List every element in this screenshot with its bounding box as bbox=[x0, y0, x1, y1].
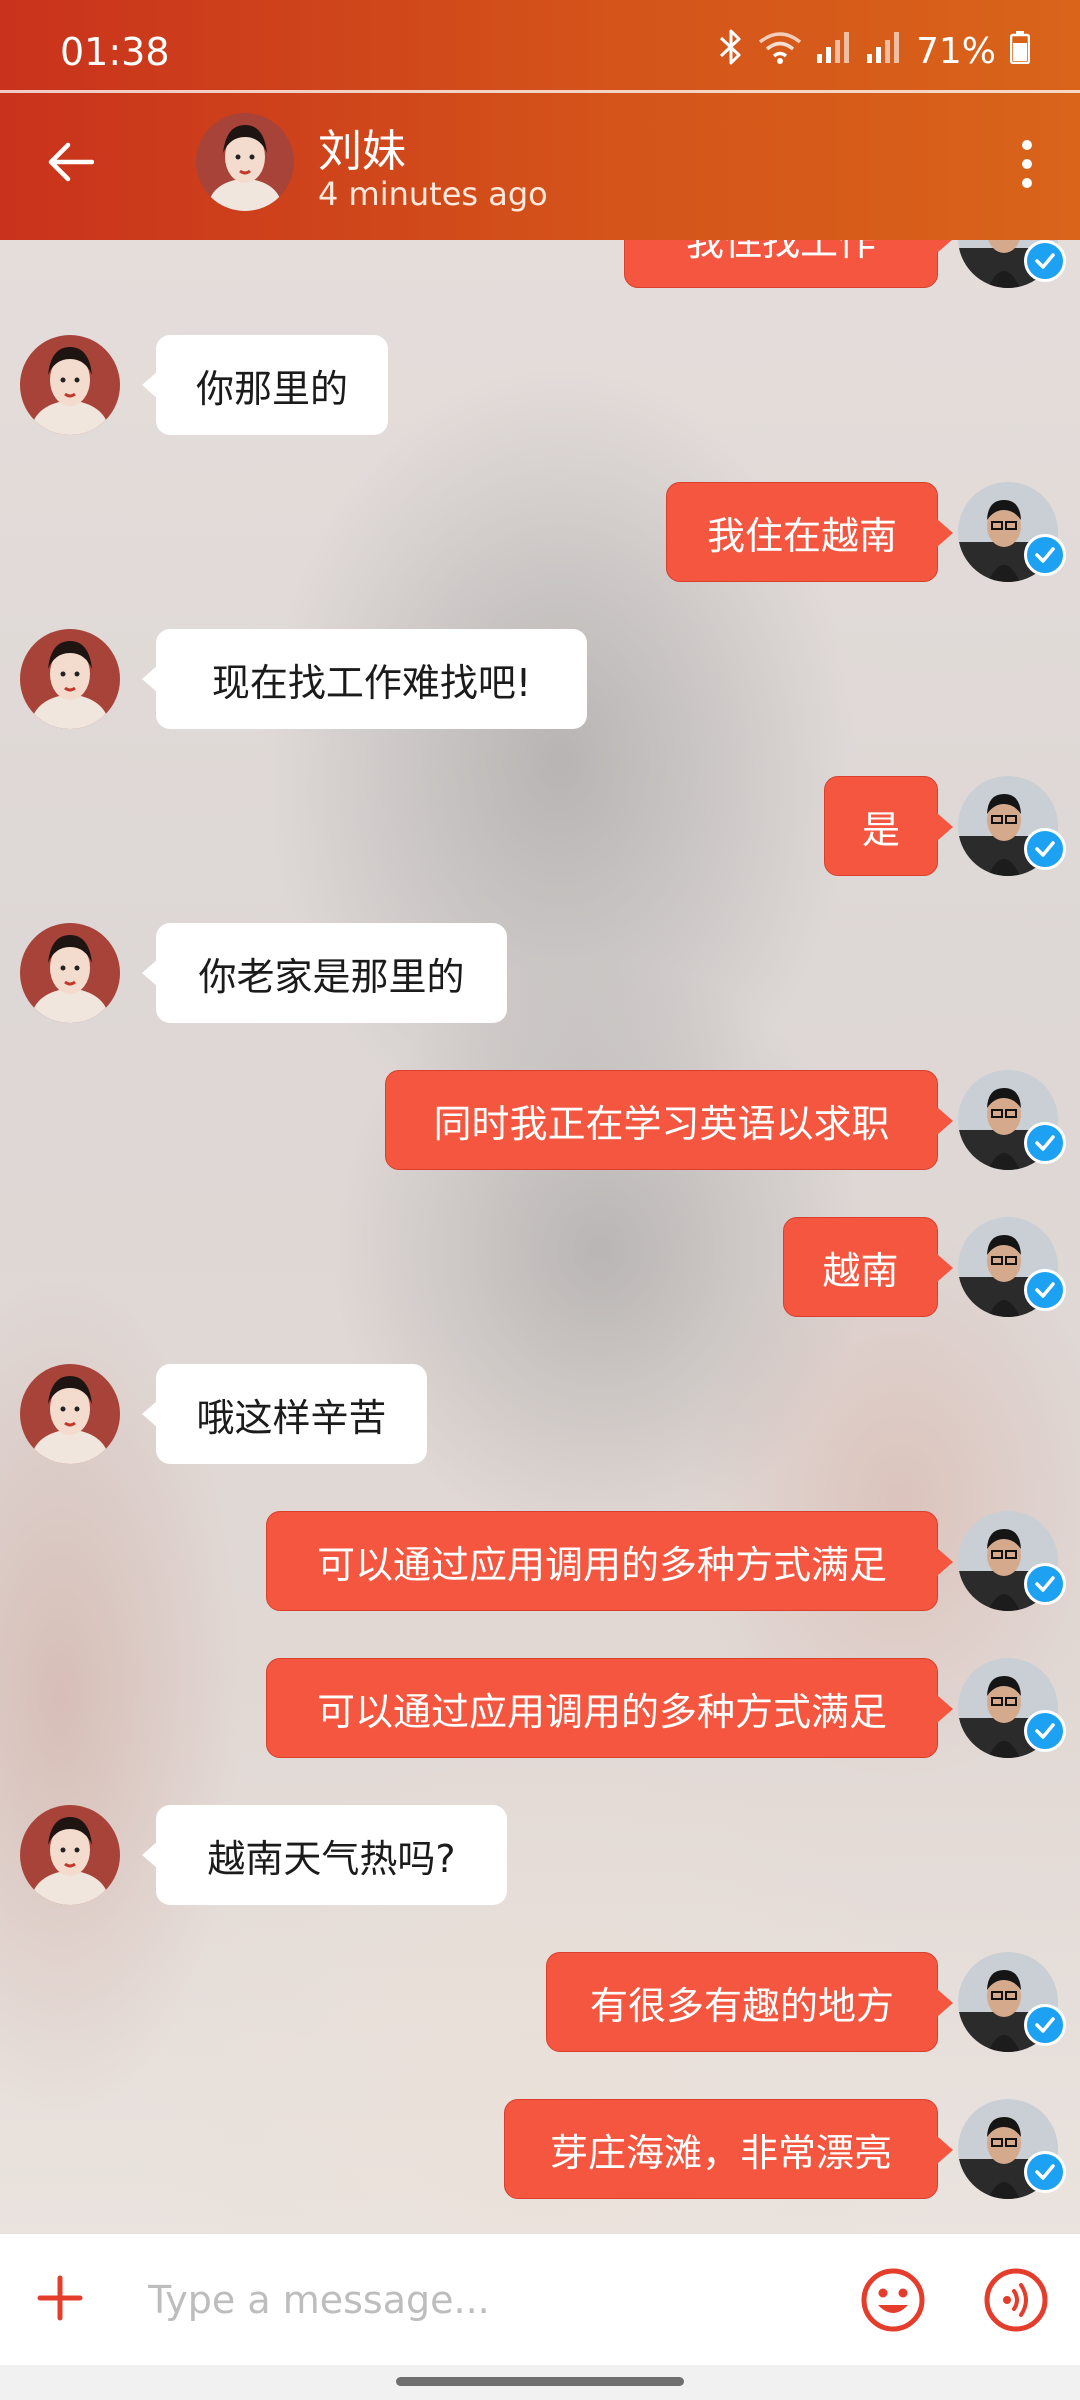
app-bar: 刘妹 4 minutes ago bbox=[0, 93, 1080, 240]
message-bubble[interactable]: 哦这样辛苦 bbox=[142, 1364, 427, 1464]
check-badge-icon bbox=[1024, 534, 1066, 576]
chat-header: 01:38 71% 刘妹 4 minutes ago bbox=[0, 0, 1080, 240]
more-options-button[interactable] bbox=[1002, 129, 1052, 199]
check-badge-icon bbox=[1024, 240, 1066, 282]
contact-avatar[interactable] bbox=[20, 1805, 120, 1905]
outgoing-message: 越南 bbox=[0, 1217, 1080, 1317]
battery-icon bbox=[1009, 30, 1031, 73]
message-bubble[interactable]: 越南 bbox=[783, 1217, 953, 1317]
message-bubble[interactable]: 我住在越南 bbox=[666, 482, 953, 582]
my-avatar[interactable] bbox=[958, 240, 1066, 288]
message-list[interactable]: 我住找工作你那里的我住在越南 现在找工作难找吧! 是你老家是那里的同时我正在学习英语… bbox=[0, 240, 1080, 2233]
my-avatar[interactable] bbox=[958, 482, 1066, 582]
outgoing-message: 芽庄海滩，非常漂亮 bbox=[0, 2099, 1080, 2199]
status-time: 01:38 bbox=[60, 30, 170, 74]
my-avatar[interactable] bbox=[958, 1070, 1066, 1170]
outgoing-message: 我住在越南 bbox=[0, 482, 1080, 582]
incoming-message: 现在找工作难找吧! bbox=[0, 629, 1080, 729]
wifi-icon bbox=[758, 30, 802, 73]
outgoing-message: 可以通过应用调用的多种方式满足 bbox=[0, 1658, 1080, 1758]
check-badge-icon bbox=[1024, 1710, 1066, 1752]
check-badge-icon bbox=[1024, 828, 1066, 870]
my-avatar[interactable] bbox=[958, 1511, 1066, 1611]
message-bubble[interactable]: 芽庄海滩，非常漂亮 bbox=[504, 2099, 953, 2199]
arrow-left-icon bbox=[48, 142, 95, 186]
message-bubble[interactable]: 现在找工作难找吧! bbox=[142, 629, 587, 729]
message-bubble[interactable]: 我住找工作 bbox=[624, 240, 953, 288]
status-bar: 01:38 71% bbox=[0, 0, 1080, 90]
message-input[interactable] bbox=[130, 2260, 830, 2340]
incoming-message: 越南天气热吗? bbox=[0, 1805, 1080, 1905]
contact-avatar[interactable] bbox=[196, 113, 294, 211]
contact-name[interactable]: 刘妹 bbox=[318, 115, 406, 179]
outgoing-message: 可以通过应用调用的多种方式满足 bbox=[0, 1511, 1080, 1611]
status-icons: 71% bbox=[718, 28, 1031, 75]
contact-avatar[interactable] bbox=[20, 335, 120, 435]
message-bubble[interactable]: 是 bbox=[824, 776, 953, 876]
incoming-message: 哦这样辛苦 bbox=[0, 1364, 1080, 1464]
check-badge-icon bbox=[1024, 1269, 1066, 1311]
outgoing-message: 我住找工作 bbox=[0, 240, 1080, 288]
outgoing-message: 是 bbox=[0, 776, 1080, 876]
signal-icon bbox=[866, 30, 902, 73]
outgoing-message: 同时我正在学习英语以求职 bbox=[0, 1070, 1080, 1170]
contact-avatar[interactable] bbox=[20, 923, 120, 1023]
my-avatar[interactable] bbox=[958, 2099, 1066, 2199]
system-nav-bar bbox=[0, 2365, 1080, 2400]
contact-avatar[interactable] bbox=[20, 1364, 120, 1464]
back-button[interactable] bbox=[36, 129, 106, 199]
message-bubble[interactable]: 可以通过应用调用的多种方式满足 bbox=[266, 1511, 953, 1611]
message-bubble[interactable]: 你那里的 bbox=[142, 335, 388, 435]
smiley-icon bbox=[860, 2268, 926, 2337]
add-attachment-button[interactable] bbox=[30, 2270, 90, 2330]
my-avatar[interactable] bbox=[958, 1217, 1066, 1317]
more-vertical-icon bbox=[1022, 140, 1032, 188]
my-avatar[interactable] bbox=[958, 1658, 1066, 1758]
contact-avatar[interactable] bbox=[20, 629, 120, 729]
home-indicator[interactable] bbox=[396, 2377, 684, 2386]
message-bubble[interactable]: 可以通过应用调用的多种方式满足 bbox=[266, 1658, 953, 1758]
my-avatar[interactable] bbox=[958, 776, 1066, 876]
check-badge-icon bbox=[1024, 2004, 1066, 2046]
check-badge-icon bbox=[1024, 1563, 1066, 1605]
check-badge-icon bbox=[1024, 2151, 1066, 2193]
signal-icon bbox=[816, 30, 852, 73]
check-badge-icon bbox=[1024, 1122, 1066, 1164]
plus-icon bbox=[36, 2274, 84, 2326]
message-bubble[interactable]: 同时我正在学习英语以求职 bbox=[385, 1070, 953, 1170]
message-bubble[interactable]: 越南天气热吗? bbox=[142, 1805, 507, 1905]
incoming-message: 你那里的 bbox=[0, 335, 1080, 435]
bluetooth-icon bbox=[718, 28, 744, 75]
message-bubble[interactable]: 你老家是那里的 bbox=[142, 923, 507, 1023]
incoming-message: 你老家是那里的 bbox=[0, 923, 1080, 1023]
message-bubble[interactable]: 有很多有趣的地方 bbox=[546, 1952, 953, 2052]
last-seen-status: 4 minutes ago bbox=[318, 175, 548, 213]
voice-message-button[interactable] bbox=[983, 2267, 1049, 2333]
composer-bar bbox=[0, 2233, 1080, 2365]
voice-wave-icon bbox=[983, 2268, 1049, 2337]
emoji-button[interactable] bbox=[860, 2267, 926, 2333]
my-avatar[interactable] bbox=[958, 1952, 1066, 2052]
battery-level: 71% bbox=[915, 31, 996, 72]
outgoing-message: 有很多有趣的地方 bbox=[0, 1952, 1080, 2052]
